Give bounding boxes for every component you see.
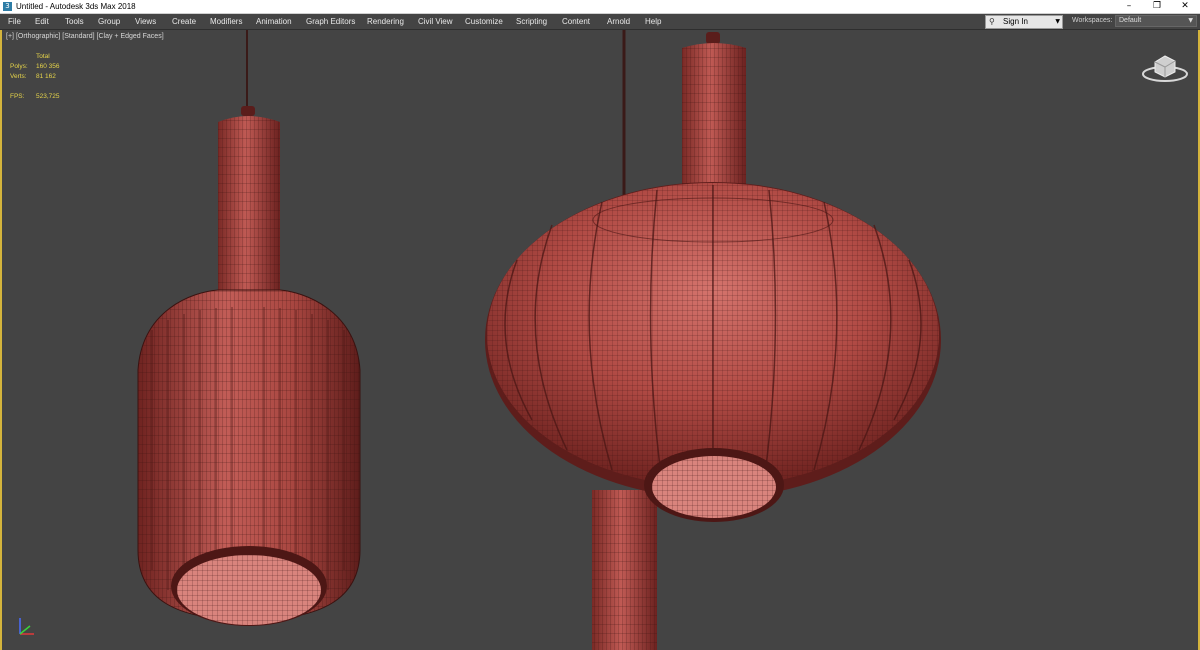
workspaces-label: Workspaces: bbox=[1072, 17, 1113, 24]
stats-header: Total bbox=[36, 53, 50, 60]
menu-rendering[interactable]: Rendering bbox=[367, 14, 404, 29]
restore-button[interactable]: ❐ bbox=[1142, 0, 1172, 13]
verts-label: Verts: bbox=[10, 73, 27, 80]
right-pendant-lamp[interactable] bbox=[485, 30, 941, 650]
menu-views[interactable]: Views bbox=[135, 14, 156, 29]
axis-gizmo-icon bbox=[19, 618, 34, 635]
minimize-button[interactable]: – bbox=[1114, 0, 1144, 13]
menu-animation[interactable]: Animation bbox=[256, 14, 292, 29]
app-icon: 3 bbox=[3, 2, 12, 11]
menu-file[interactable]: File bbox=[8, 14, 21, 29]
fps-label: FPS: bbox=[10, 93, 25, 100]
verts-value: 81 162 bbox=[36, 73, 56, 80]
right-lamp-cap bbox=[706, 32, 720, 44]
title-bar: 3 Untitled - Autodesk 3ds Max 2018 – ❐ ✕ bbox=[0, 0, 1200, 14]
viewport-menu-plus[interactable]: [+] bbox=[6, 33, 14, 40]
workspaces-dropdown[interactable]: Default ▼ bbox=[1115, 15, 1197, 27]
menu-civil-view[interactable]: Civil View bbox=[418, 14, 453, 29]
menu-arnold[interactable]: Arnold bbox=[607, 14, 630, 29]
viewport-label: [+] [Orthographic] [Standard] [Clay + Ed… bbox=[6, 33, 164, 40]
left-lamp-cap bbox=[241, 106, 255, 116]
menu-content[interactable]: Content bbox=[562, 14, 590, 29]
scene-canvas[interactable] bbox=[2, 30, 1198, 650]
chevron-down-icon: ▼ bbox=[1055, 18, 1060, 25]
viewport-menu-view[interactable]: [Orthographic] bbox=[16, 33, 60, 40]
menu-create[interactable]: Create bbox=[172, 14, 196, 29]
viewport-perspective[interactable]: [+] [Orthographic] [Standard] [Clay + Ed… bbox=[0, 30, 1200, 650]
user-icon: ⚲ bbox=[989, 17, 995, 26]
chevron-down-icon: ▼ bbox=[1188, 17, 1193, 24]
workspaces-value: Default bbox=[1119, 17, 1142, 24]
viewcube-icon[interactable] bbox=[1140, 50, 1190, 85]
menu-modifiers[interactable]: Modifiers bbox=[210, 14, 242, 29]
menu-tools[interactable]: Tools bbox=[65, 14, 84, 29]
menu-scripting[interactable]: Scripting bbox=[516, 14, 547, 29]
menu-help[interactable]: Help bbox=[645, 14, 661, 29]
viewport-menu-shading-standard[interactable]: [Standard] bbox=[62, 33, 94, 40]
menu-graph-editors[interactable]: Graph Editors bbox=[306, 14, 355, 29]
left-pendant-lamp[interactable] bbox=[137, 30, 361, 626]
fps-value: 523,725 bbox=[36, 93, 60, 100]
sign-in-button[interactable]: ⚲ Sign In ▼ bbox=[985, 15, 1063, 29]
sign-in-label: Sign In bbox=[1003, 17, 1028, 26]
menu-customize[interactable]: Customize bbox=[465, 14, 503, 29]
menu-group[interactable]: Group bbox=[98, 14, 120, 29]
close-button[interactable]: ✕ bbox=[1170, 0, 1200, 13]
viewport-menu-display-mode[interactable]: [Clay + Edged Faces] bbox=[97, 33, 164, 40]
menu-edit[interactable]: Edit bbox=[35, 14, 49, 29]
window-title: Untitled - Autodesk 3ds Max 2018 bbox=[16, 2, 136, 11]
polys-value: 160 356 bbox=[36, 63, 60, 70]
polys-label: Polys: bbox=[10, 63, 28, 70]
